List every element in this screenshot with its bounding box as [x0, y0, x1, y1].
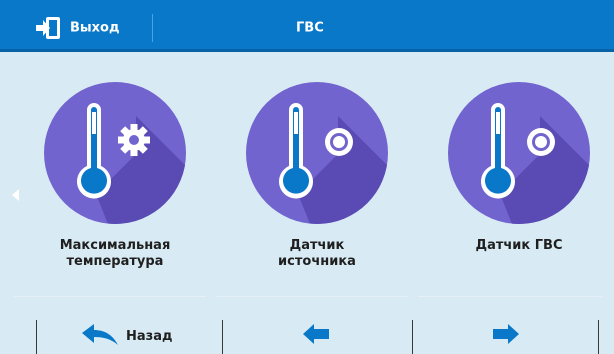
exit-label: Выход — [70, 20, 120, 36]
tile-label-source-sensor: Датчик источника — [278, 238, 356, 269]
header-divider — [152, 14, 153, 42]
thermometer-sensor-icon — [246, 82, 388, 224]
back-label: Назад — [126, 329, 173, 344]
tile-label-max-temperature: Максимальная температура — [59, 238, 171, 269]
page-title: ГВС — [296, 20, 324, 36]
bottom-divider — [598, 320, 599, 354]
arrow-right-icon — [493, 324, 519, 344]
prev-button[interactable] — [223, 310, 412, 354]
tile-dhw-sensor[interactable] — [448, 82, 590, 224]
exit-door-icon — [36, 17, 60, 39]
top-bar: Выход ГВС — [0, 0, 614, 52]
tile-source-sensor[interactable] — [246, 82, 388, 224]
divider-line — [418, 296, 602, 297]
back-button[interactable]: Назад — [37, 310, 222, 354]
divider-line — [216, 296, 408, 297]
next-button[interactable] — [413, 310, 598, 354]
side-scroll-left-icon[interactable] — [12, 189, 19, 201]
tile-max-temperature[interactable] — [44, 82, 186, 224]
thermometer-sensor-icon — [448, 82, 590, 224]
back-arrow-icon — [82, 324, 118, 345]
thermometer-gear-icon — [44, 82, 186, 224]
arrow-left-icon — [303, 324, 329, 344]
exit-button[interactable]: Выход — [0, 0, 152, 49]
bottom-bar: Назад — [0, 310, 614, 354]
divider-line — [14, 296, 206, 297]
tile-label-dhw-sensor: Датчик ГВС — [475, 238, 563, 253]
